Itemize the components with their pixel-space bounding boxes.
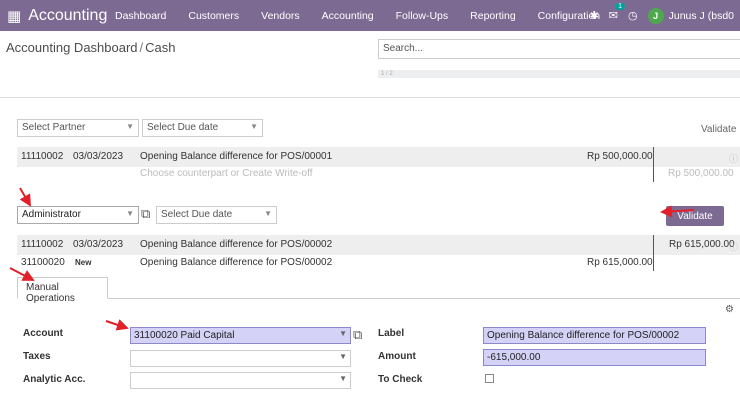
annotation-arrows [9, 187, 695, 331]
arrow-to-account [105, 319, 129, 331]
arrow-to-tab [9, 267, 35, 281]
arrow-to-validate [660, 205, 695, 218]
arrow-to-partner [19, 187, 32, 207]
